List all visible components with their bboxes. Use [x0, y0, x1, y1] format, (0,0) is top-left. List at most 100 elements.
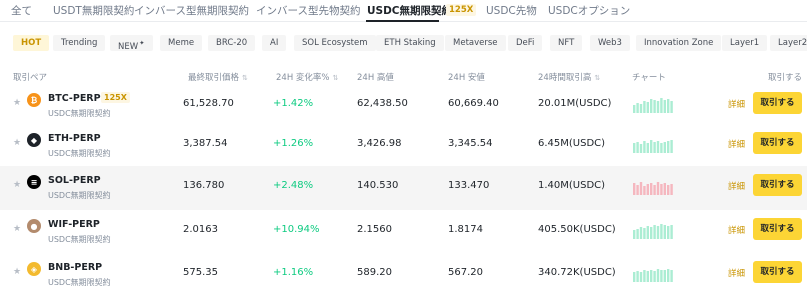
sparkline-chart: [633, 140, 673, 153]
sparkline-bar: [636, 271, 639, 282]
table-row[interactable]: ★ ◈ BNB-PERP USDC無期限契約 575.35 +1.16% 589.20 567…: [0, 253, 807, 297]
sparkline-bar: [639, 104, 643, 113]
trade-button[interactable]: 取引する: [753, 174, 802, 196]
column-header-pair: 取引ペア: [13, 73, 48, 83]
sparkline-bar: [643, 186, 646, 195]
sparkline-bar: [660, 270, 663, 282]
table-row[interactable]: ★ ◆ ETH-PERP USDC無期限契約 3,387.54 +1.26% 3,426.9…: [0, 124, 807, 168]
favorite-star-icon[interactable]: ★: [13, 267, 21, 277]
sparkline-bar: [646, 271, 649, 282]
coin-icon: ≡: [27, 175, 41, 189]
sparkline-bar: [646, 143, 649, 153]
low-value: 3,345.54: [448, 138, 493, 149]
symbol-label[interactable]: SOL-PERP: [48, 175, 101, 186]
sparkline-chart: [633, 269, 673, 282]
sparkline-bar: [633, 272, 636, 282]
chip-metaverse[interactable]: Metaverse: [445, 35, 506, 51]
detail-link[interactable]: 詳細: [728, 267, 745, 279]
tab-usdt-perpetual[interactable]: USDT無期限契約: [53, 3, 134, 18]
volume-header-label: 24時間取引高: [538, 73, 592, 83]
sparkline-chart: [633, 182, 673, 195]
change-value: +1.42%: [273, 98, 314, 109]
sparkline-bar: [633, 183, 636, 195]
chip-eth-staking[interactable]: ETH Staking: [376, 35, 444, 51]
chip-layer1[interactable]: Layer1: [722, 35, 768, 51]
chip-trending[interactable]: Trending: [53, 35, 106, 51]
column-header-chart: チャート: [632, 73, 666, 83]
change-value: +2.48%: [273, 180, 314, 191]
last-price-header-label: 最終取引価格: [188, 73, 240, 83]
high-value: 589.20: [357, 267, 392, 278]
symbol-label[interactable]: BNB-PERP: [48, 262, 102, 273]
detail-link[interactable]: 詳細: [728, 98, 745, 110]
trade-button[interactable]: 取引する: [753, 132, 802, 154]
last-price-value: 2.0163: [183, 224, 218, 235]
new-sparkle-icon: ✦: [139, 39, 145, 47]
chip-nft[interactable]: NFT: [550, 35, 583, 51]
table-row[interactable]: ★ ₿ BTC-PERP 125X USDC無期限契約 61,528.70 +1.42% 62…: [0, 84, 807, 128]
favorite-star-icon[interactable]: ★: [13, 224, 21, 234]
chip-hot[interactable]: HOT: [13, 35, 50, 51]
sparkline-bar: [650, 99, 653, 113]
chip-ai[interactable]: AI: [262, 35, 287, 51]
sparkline-bar: [653, 142, 656, 153]
high-value: 62,438.50: [357, 98, 408, 109]
tab-usdc-options[interactable]: USDCオプション: [548, 3, 630, 18]
volume-value: 340.72K(USDC): [538, 267, 616, 278]
coin-icon: ₿: [27, 93, 41, 107]
coin-glyph: ●: [30, 221, 38, 231]
detail-link[interactable]: 詳細: [728, 224, 745, 236]
sparkline-bar: [656, 226, 660, 239]
detail-link[interactable]: 詳細: [728, 180, 745, 192]
chip-defi[interactable]: DeFi: [508, 35, 543, 51]
last-price-value: 61,528.70: [183, 98, 234, 109]
chip-innovation-zone[interactable]: Innovation Zone: [636, 35, 722, 51]
chip-meme[interactable]: Meme: [160, 35, 203, 51]
low-value: 60,669.40: [448, 98, 499, 109]
favorite-star-icon[interactable]: ★: [13, 98, 21, 108]
trade-button[interactable]: 取引する: [753, 261, 802, 283]
coin-icon: ●: [27, 219, 41, 233]
table-row[interactable]: ★ ● WIF-PERP USDC無期限契約 2.0163 +10.94% 2.1560 1.…: [0, 210, 807, 254]
sparkline-bar: [667, 226, 670, 239]
detail-link[interactable]: 詳細: [728, 138, 745, 150]
tab-inverse-perpetual[interactable]: インバース型無期限契約: [134, 3, 249, 18]
tab-usdc-futures[interactable]: USDC先物: [486, 3, 537, 18]
contract-type-label: USDC無期限契約: [48, 278, 111, 287]
table-row[interactable]: ★ ≡ SOL-PERP USDC無期限契約 136.780 +2.48% 140.530 1…: [0, 166, 807, 210]
symbol-label[interactable]: BTC-PERP: [48, 93, 101, 104]
sparkline-bar: [639, 144, 643, 153]
tab-all[interactable]: 全て: [11, 3, 32, 18]
sparkline-bar: [639, 182, 643, 195]
trade-button[interactable]: 取引する: [753, 92, 802, 114]
tab-inverse-futures[interactable]: インバース型先物契約: [256, 3, 360, 18]
sparkline-bar: [636, 229, 639, 239]
sparkline-chart: [633, 224, 673, 239]
sparkline-bar: [656, 269, 660, 282]
tab-usdc-perpetual[interactable]: USDC無期限契約: [367, 3, 452, 18]
chip-new[interactable]: NEW✦: [110, 35, 153, 52]
symbol-label[interactable]: ETH-PERP: [48, 133, 101, 144]
column-header-last-price[interactable]: 最終取引価格 ⇅: [188, 71, 248, 83]
symbol-label[interactable]: WIF-PERP: [48, 219, 100, 230]
chip-brc20[interactable]: BRC-20: [208, 35, 256, 51]
coin-glyph: ◈: [30, 264, 38, 274]
volume-value: 6.45M(USDC): [538, 138, 606, 149]
sparkline-bar: [660, 184, 663, 195]
volume-value: 1.40M(USDC): [538, 180, 606, 191]
favorite-star-icon[interactable]: ★: [13, 180, 21, 190]
column-header-volume[interactable]: 24時間取引高 ⇅: [538, 71, 600, 83]
favorite-star-icon[interactable]: ★: [13, 138, 21, 148]
chip-layer2[interactable]: Layer2: [770, 35, 807, 51]
change-value: +10.94%: [273, 224, 320, 235]
contract-type-label: USDC無期限契約: [48, 149, 111, 158]
sparkline-bar: [653, 271, 656, 282]
sparkline-chart: [633, 98, 673, 113]
trade-button[interactable]: 取引する: [753, 218, 802, 240]
column-header-change[interactable]: 24H 変化率% ⇅: [276, 71, 338, 83]
sparkline-bar: [650, 183, 653, 195]
sparkline-bar: [670, 184, 673, 195]
chip-web3[interactable]: Web3: [590, 35, 630, 51]
chip-sol-ecosystem[interactable]: SOL Ecosystem: [294, 35, 376, 51]
sparkline-bar: [656, 141, 660, 153]
